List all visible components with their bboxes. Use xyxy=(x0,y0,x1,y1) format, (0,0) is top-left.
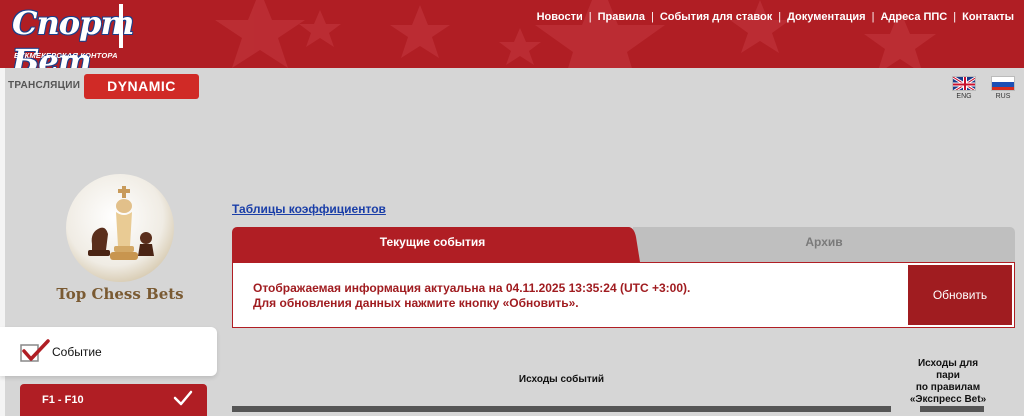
column-header-express-outcomes: Исходы для пари по правилам «Экспресс Be… xyxy=(906,358,990,406)
nav-rules[interactable]: Правила xyxy=(598,11,645,23)
nav-addresses[interactable]: Адреса ППС xyxy=(880,11,947,23)
chess-pieces-icon xyxy=(88,186,154,260)
column-divider-bar xyxy=(232,406,891,412)
tab-current-events[interactable]: Текущие события xyxy=(232,227,633,262)
nav-separator: | xyxy=(650,11,654,23)
translations-label: ТРАНСЛЯЦИИ xyxy=(8,80,81,91)
nav-news[interactable]: Новости xyxy=(537,11,583,23)
col-pairs-line: Исходы для xyxy=(917,358,979,369)
translations-bar: ТРАНСЛЯЦИИ DYNAMIC ENG RUS xyxy=(0,68,1024,106)
info-line-1: Отображаемая информация актуальна на 04.… xyxy=(253,281,691,295)
nav-events-for-bets[interactable]: События для ставок xyxy=(660,11,772,23)
column-header-outcomes: Исходы событий xyxy=(518,374,605,385)
info-message: Отображаемая информация актуальна на 04.… xyxy=(253,281,690,311)
tab-archive[interactable]: Архив xyxy=(633,227,1015,262)
range-f1-f10-button[interactable]: F1 - F10 xyxy=(20,384,207,416)
nav-separator: | xyxy=(871,11,875,23)
dynamic-button[interactable]: DYNAMIC xyxy=(84,74,199,99)
coefficients-table-link[interactable]: Таблицы коэффициентов xyxy=(232,202,386,216)
site-header: Спорт Бет БУКМЕКЕРСКАЯ КОНТОРА Новости |… xyxy=(0,0,1024,68)
nav-documentation[interactable]: Документация xyxy=(787,11,866,23)
logo-plus-icon xyxy=(119,4,123,48)
checkmark-icon xyxy=(20,339,50,362)
nav-contacts[interactable]: Контакты xyxy=(962,11,1014,23)
language-eng[interactable]: ENG xyxy=(951,76,977,100)
language-rus[interactable]: RUS xyxy=(990,76,1016,100)
uk-flag-icon xyxy=(952,76,976,91)
refresh-button[interactable]: Обновить xyxy=(908,265,1012,325)
col-pairs-line: пари xyxy=(936,370,960,381)
info-message-box: Отображаемая информация актуальна на 04.… xyxy=(232,262,1015,328)
language-eng-label: ENG xyxy=(956,93,972,100)
tab-notch xyxy=(628,227,640,262)
event-label: Событие xyxy=(52,345,102,359)
info-line-2: Для обновления данных нажмите кнопку «Об… xyxy=(253,296,579,310)
logo-subtitle: БУКМЕКЕРСКАЯ КОНТОРА xyxy=(14,51,118,60)
events-tabs: Архив Текущие события xyxy=(232,227,1015,262)
top-chess-bets-logo[interactable]: Top Chess Bets xyxy=(52,170,188,310)
nav-separator: | xyxy=(778,11,782,23)
range-label: F1 - F10 xyxy=(42,394,84,406)
event-filter-panel[interactable]: Событие xyxy=(0,327,217,376)
nav-separator: | xyxy=(588,11,592,23)
column-divider-bar xyxy=(920,406,984,412)
sportbet-logo[interactable]: Спорт Бет БУКМЕКЕРСКАЯ КОНТОРА xyxy=(12,4,192,68)
checkmark-icon xyxy=(173,390,193,406)
top-navigation: Новости | Правила | События для ставок |… xyxy=(537,11,1014,23)
col-pairs-line: по правилам xyxy=(915,382,981,393)
language-rus-label: RUS xyxy=(995,93,1011,100)
russia-flag-icon xyxy=(991,76,1015,91)
chess-title: Top Chess Bets xyxy=(56,285,184,303)
nav-separator: | xyxy=(953,11,957,23)
col-pairs-line: «Экспресс Bet» xyxy=(909,394,987,405)
